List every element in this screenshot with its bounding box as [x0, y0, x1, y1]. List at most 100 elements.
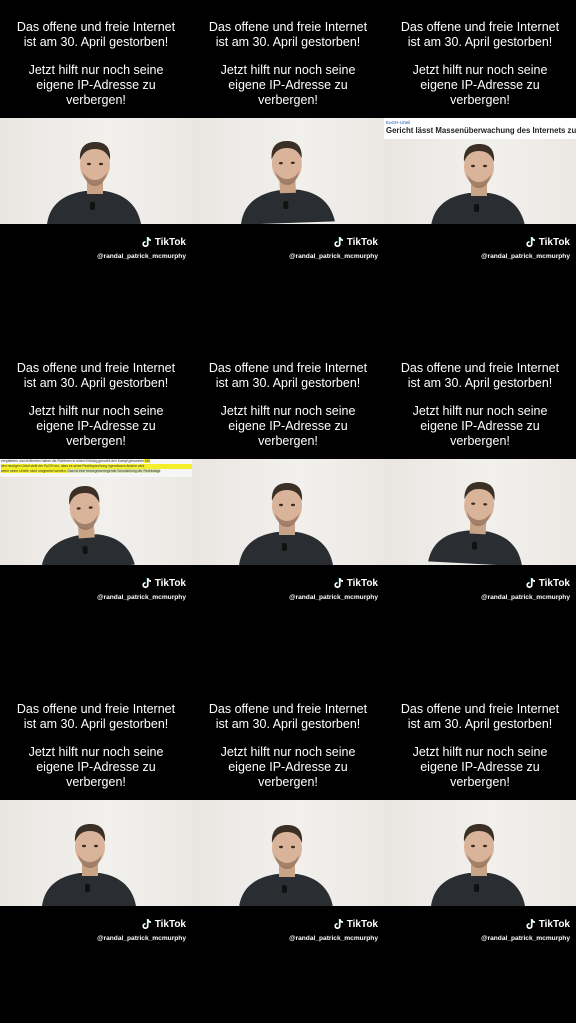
frame-caption: Das offene und freie Internet ist am 30.… — [384, 361, 576, 449]
tiktok-logo: TikTok — [524, 577, 570, 589]
tiktok-watermark: TikTok @randal_patrick_mcmurphy — [384, 236, 576, 266]
caption-line-1: Das offene und freie Internet — [16, 361, 176, 375]
speaker-image — [428, 482, 523, 565]
caption-line-3: Jetzt hilft nur noch seine — [28, 404, 164, 418]
caption-line-3: Jetzt hilft nur noch seine — [28, 745, 164, 759]
caption-line-2: ist am 30. April gestorben! — [23, 35, 169, 49]
caption-line-4: eigene IP-Adresse zu — [228, 78, 348, 92]
video-frame-1: Das offene und freie Internet ist am 30.… — [0, 0, 192, 341]
tiktok-watermark: TikTok @randal_patrick_mcmurphy — [192, 577, 384, 607]
caption-line-1: Das offene und freie Internet — [208, 361, 368, 375]
tiktok-handle: @randal_patrick_mcmurphy — [289, 594, 378, 601]
caption-line-5: verbergen! — [450, 434, 510, 448]
video-still — [0, 800, 192, 906]
tiktok-note-icon — [526, 577, 535, 588]
frame-caption: Das offene und freie Internet ist am 30.… — [0, 20, 192, 108]
frame-caption: Das offene und freie Internet ist am 30.… — [192, 361, 384, 449]
caption-line-3: Jetzt hilft nur noch seine — [412, 745, 548, 759]
caption-line-5: verbergen! — [450, 93, 510, 107]
tiktok-watermark: TikTok @randal_patrick_mcmurphy — [0, 236, 192, 266]
tiktok-handle: @randal_patrick_mcmurphy — [289, 935, 378, 942]
caption-line-3: Jetzt hilft nur noch seine — [220, 404, 356, 418]
caption-line-2: ist am 30. April gestorben! — [407, 376, 553, 390]
article-line-2a: den heutigen Urteil stellt der EuGH ein,… — [1, 464, 108, 468]
caption-line-2: ist am 30. April gestorben! — [215, 717, 361, 731]
tiktok-handle: @randal_patrick_mcmurphy — [481, 594, 570, 601]
frame-caption: Das offene und freie Internet ist am 30.… — [0, 702, 192, 790]
video-still — [0, 118, 192, 224]
video-still — [192, 118, 384, 224]
caption-line-2: ist am 30. April gestorben! — [23, 376, 169, 390]
caption-line-1: Das offene und freie Internet — [208, 702, 368, 716]
video-frame-4: Das offene und freie Internet ist am 30.… — [0, 341, 192, 682]
tiktok-watermark: TikTok @randal_patrick_mcmurphy — [384, 577, 576, 607]
tiktok-logo: TikTok — [524, 918, 570, 930]
video-frame-9: Das offene und freie Internet ist am 30.… — [384, 682, 576, 1023]
tiktok-note-icon — [334, 577, 343, 588]
video-frame-grid: Das offene und freie Internet ist am 30.… — [0, 0, 576, 1023]
tiktok-brand: TikTok — [154, 236, 186, 248]
caption-line-5: verbergen! — [66, 93, 126, 107]
video-frame-5: Das offene und freie Internet ist am 30.… — [192, 341, 384, 682]
caption-line-4: eigene IP-Adresse zu — [420, 78, 540, 92]
speaker-image — [431, 824, 525, 906]
tiktok-note-icon — [526, 918, 535, 929]
caption-line-5: verbergen! — [258, 775, 318, 789]
speaker-image — [239, 825, 333, 906]
video-frame-2: Das offene und freie Internet ist am 30.… — [192, 0, 384, 341]
tiktok-watermark: TikTok @randal_patrick_mcmurphy — [192, 918, 384, 948]
tiktok-note-icon — [142, 918, 151, 929]
caption-line-2: ist am 30. April gestorben! — [215, 35, 361, 49]
caption-line-1: Das offene und freie Internet — [400, 702, 560, 716]
tiktok-logo: TikTok — [140, 918, 186, 930]
caption-line-3: Jetzt hilft nur noch seine — [220, 745, 356, 759]
video-frame-7: Das offene und freie Internet ist am 30.… — [0, 682, 192, 1023]
caption-line-4: eigene IP-Adresse zu — [36, 419, 156, 433]
caption-line-5: verbergen! — [258, 93, 318, 107]
article-line-3b: Das ist eine besorgniserregende Schwächu… — [66, 469, 161, 473]
article-text-overlay: verpatteten und eröffneten haben die Ric… — [0, 459, 192, 477]
video-frame-8: Das offene und freie Internet ist am 30.… — [192, 682, 384, 1023]
frame-caption: Das offene und freie Internet ist am 30.… — [192, 20, 384, 108]
caption-line-4: eigene IP-Adresse zu — [228, 419, 348, 433]
tiktok-watermark: TikTok @randal_patrick_mcmurphy — [0, 918, 192, 948]
speaker-image — [42, 824, 136, 906]
tiktok-logo: TikTok — [524, 236, 570, 248]
speaker-image — [239, 483, 333, 565]
caption-line-5: verbergen! — [450, 775, 510, 789]
caption-line-5: verbergen! — [258, 434, 318, 448]
tiktok-handle: @randal_patrick_mcmurphy — [289, 253, 378, 260]
tiktok-logo: TikTok — [140, 236, 186, 248]
caption-line-3: Jetzt hilft nur noch seine — [220, 63, 356, 77]
video-still — [384, 459, 576, 565]
news-kicker: EuGH-Urteil — [386, 120, 411, 125]
frame-caption: Das offene und freie Internet ist am 30.… — [384, 702, 576, 790]
tiktok-watermark: TikTok @randal_patrick_mcmurphy — [384, 918, 576, 948]
tiktok-brand: TikTok — [538, 236, 570, 248]
caption-line-1: Das offene und freie Internet — [400, 361, 560, 375]
tiktok-note-icon — [334, 918, 343, 929]
caption-line-5: verbergen! — [66, 434, 126, 448]
tiktok-note-icon — [142, 236, 151, 247]
tiktok-logo: TikTok — [332, 918, 378, 930]
tiktok-watermark: TikTok @randal_patrick_mcmurphy — [0, 577, 192, 607]
video-frame-6: Das offene und freie Internet ist am 30.… — [384, 341, 576, 682]
tiktok-handle: @randal_patrick_mcmurphy — [481, 253, 570, 260]
caption-line-1: Das offene und freie Internet — [16, 702, 176, 716]
tiktok-brand: TikTok — [346, 918, 378, 930]
speaker-image — [240, 141, 335, 224]
tiktok-note-icon — [526, 236, 535, 247]
article-line-1b: einem Einklag gesucht den Kampf gewonnen — [76, 459, 145, 463]
tiktok-handle: @randal_patrick_mcmurphy — [97, 935, 186, 942]
caption-line-2: ist am 30. April gestorben! — [215, 376, 361, 390]
tiktok-brand: TikTok — [154, 577, 186, 589]
video-still: verpatteten und eröffneten haben die Ric… — [0, 459, 192, 565]
tiktok-logo: TikTok — [332, 236, 378, 248]
article-line-1c: Mit — [144, 459, 150, 463]
tiktok-watermark: TikTok @randal_patrick_mcmurphy — [192, 236, 384, 266]
caption-line-2: ist am 30. April gestorben! — [407, 35, 553, 49]
tiktok-handle: @randal_patrick_mcmurphy — [97, 594, 186, 601]
tiktok-brand: TikTok — [538, 577, 570, 589]
caption-line-4: eigene IP-Adresse zu — [36, 760, 156, 774]
article-line-3a: wenn seine Urteile nicht umgesetzt werde… — [1, 469, 67, 473]
